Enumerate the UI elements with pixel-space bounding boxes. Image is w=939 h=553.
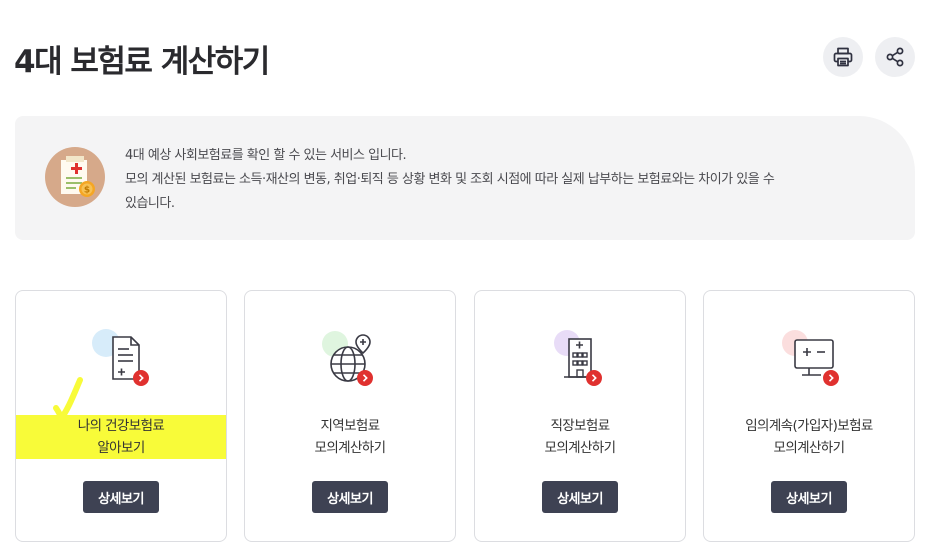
detail-button[interactable]: 상세보기 — [312, 481, 388, 513]
card-label: 직장보험료 모의계산하기 — [475, 415, 685, 459]
card-label-line-1: 직장보험료 — [550, 418, 610, 434]
notice-line-3: 있습니다. — [125, 196, 175, 211]
insurance-document-coin-icon: $ — [45, 147, 105, 207]
card-label-line-2: 모의계산하기 — [314, 440, 387, 456]
card-label-line-2: 알아보기 — [16, 437, 226, 459]
card-label-line-2: 모의계산하기 — [544, 440, 617, 456]
monitor-icon — [769, 321, 849, 391]
card-regional-insurance[interactable]: 지역보험료 모의계산하기 상세보기 — [244, 290, 456, 542]
card-label-line-1: 지역보험료 — [320, 418, 380, 434]
globe-icon — [310, 321, 390, 391]
notice-box: $ 4대 예상 사회보험료를 확인 할 수 있는 서비스 입니다. 모의 계산된… — [15, 116, 915, 240]
checkmark-annotation-icon — [53, 377, 83, 423]
document-icon — [81, 321, 161, 391]
page-title: 4대 보험료 계산하기 — [14, 44, 270, 80]
card-workplace-insurance[interactable]: 직장보험료 모의계산하기 상세보기 — [474, 290, 686, 542]
card-label: 임의계속(가입자)보험료 모의계산하기 — [704, 415, 914, 459]
detail-button[interactable]: 상세보기 — [542, 481, 618, 513]
building-icon — [540, 321, 620, 391]
card-label-line-2: 모의계산하기 — [773, 440, 846, 456]
print-button[interactable] — [823, 37, 863, 77]
card-voluntary-insurance[interactable]: 임의계속(가입자)보험료 모의계산하기 상세보기 — [703, 290, 915, 542]
notice-line-2: 모의 계산된 보험료는 소득·재산의 변동, 취업·퇴직 등 상황 변화 및 조… — [125, 172, 775, 187]
card-label-line-1: 임의계속(가입자)보험료 — [745, 418, 873, 434]
printer-icon — [832, 46, 854, 68]
notice-line-1: 4대 예상 사회보험료를 확인 할 수 있는 서비스 입니다. — [125, 148, 407, 163]
detail-button[interactable]: 상세보기 — [771, 481, 847, 513]
card-health-insurance[interactable]: 나의 건강보험료 알아보기 상세보기 — [15, 290, 227, 542]
svg-text:$: $ — [84, 186, 90, 196]
detail-button[interactable]: 상세보기 — [83, 481, 159, 513]
share-button[interactable] — [875, 37, 915, 77]
card-label: 지역보험료 모의계산하기 — [245, 415, 455, 459]
share-icon — [884, 46, 906, 68]
